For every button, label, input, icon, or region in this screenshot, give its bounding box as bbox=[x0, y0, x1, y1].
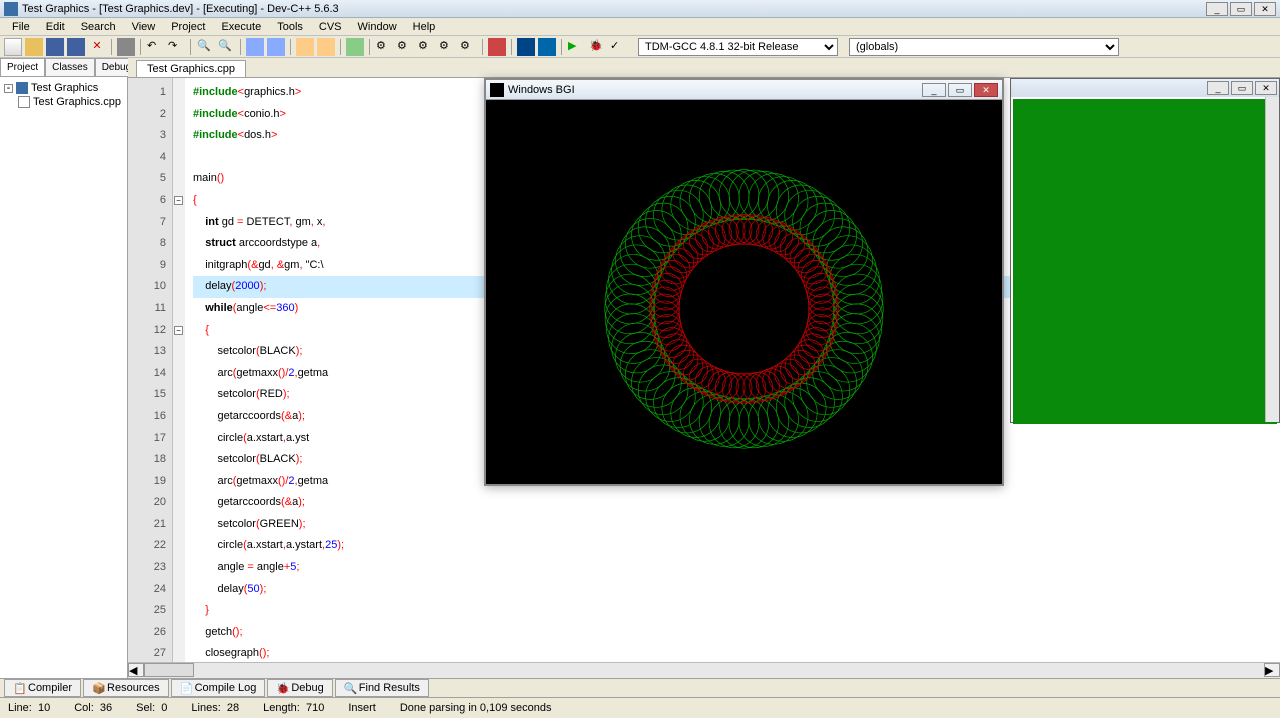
maximize-button[interactable]: ▭ bbox=[1230, 2, 1252, 16]
bgi-title-text: Windows BGI bbox=[508, 84, 920, 96]
menu-file[interactable]: File bbox=[4, 19, 38, 35]
bottom-tabs: 📋Compiler📦Resources📄Compile Log🐞Debug🔍Fi… bbox=[0, 678, 1280, 698]
secondary-vscroll[interactable] bbox=[1265, 97, 1279, 422]
scroll-right-icon[interactable]: ▶ bbox=[1264, 663, 1280, 677]
fold-icon[interactable]: − bbox=[174, 326, 183, 335]
project-icon bbox=[16, 82, 28, 94]
goto1-icon[interactable] bbox=[296, 38, 314, 56]
bgi-app-icon bbox=[490, 83, 504, 97]
bottom-tab-resources[interactable]: 📦Resources bbox=[83, 679, 169, 697]
bgi-canvas bbox=[486, 100, 1002, 484]
toolbar: ✕ ↶ ↷ 🔍 🔍 ⚙ ⚙ ⚙ ⚙ ⚙ ▶ 🐞 ✓ TDM-GCC 4.8.1 … bbox=[0, 36, 1280, 58]
tab-icon: 🔍 bbox=[344, 682, 356, 694]
sec-max-button[interactable]: ▭ bbox=[1231, 81, 1253, 95]
panel-tab-project[interactable]: Project bbox=[0, 58, 45, 76]
bottom-tab-debug[interactable]: 🐞Debug bbox=[267, 679, 332, 697]
tab-icon: 🐞 bbox=[276, 682, 288, 694]
menu-bar: FileEditSearchViewProjectExecuteToolsCVS… bbox=[0, 18, 1280, 36]
menu-help[interactable]: Help bbox=[405, 19, 444, 35]
replace-icon[interactable]: 🔍 bbox=[217, 38, 235, 56]
globals-select[interactable]: (globals) bbox=[849, 38, 1119, 56]
bottom-tab-compile-log[interactable]: 📄Compile Log bbox=[171, 679, 266, 697]
minimize-button[interactable]: _ bbox=[1206, 2, 1228, 16]
close-button[interactable]: ✕ bbox=[1254, 2, 1276, 16]
scroll-thumb[interactable] bbox=[144, 663, 194, 677]
close-file-icon[interactable]: ✕ bbox=[88, 38, 106, 56]
tree-root-label: Test Graphics bbox=[31, 82, 98, 94]
tab-icon: 📦 bbox=[92, 682, 104, 694]
menu-view[interactable]: View bbox=[124, 19, 164, 35]
panel-tab-classes[interactable]: Classes bbox=[45, 58, 95, 76]
secondary-window: _ ▭ ✕ bbox=[1010, 78, 1280, 423]
bgi-window: Windows BGI _ ▭ ✕ bbox=[484, 78, 1004, 486]
window-titlebar: Test Graphics - [Test Graphics.dev] - [E… bbox=[0, 0, 1280, 18]
bgi-max-button[interactable]: ▭ bbox=[948, 83, 972, 97]
sec-close-button[interactable]: ✕ bbox=[1255, 81, 1277, 95]
tab-icon: 📄 bbox=[180, 682, 192, 694]
bottom-tab-find-results[interactable]: 🔍Find Results bbox=[335, 679, 429, 697]
gear3-icon[interactable]: ⚙ bbox=[417, 38, 435, 56]
new-icon[interactable] bbox=[4, 38, 22, 56]
editor-tab[interactable]: Test Graphics.cpp bbox=[136, 60, 246, 77]
open-icon[interactable] bbox=[25, 38, 43, 56]
bookmark1-icon[interactable] bbox=[246, 38, 264, 56]
tree-root[interactable]: - Test Graphics bbox=[4, 81, 123, 95]
goto2-icon[interactable] bbox=[317, 38, 335, 56]
find-icon[interactable]: 🔍 bbox=[196, 38, 214, 56]
bookmark2-icon[interactable] bbox=[267, 38, 285, 56]
line-gutter: 1234567891011121314151617181920212223242… bbox=[128, 78, 173, 662]
status-bar: Line: 10 Col: 36 Sel: 0 Lines: 28 Length… bbox=[0, 698, 1280, 718]
menu-cvs[interactable]: CVS bbox=[311, 19, 350, 35]
gear1-icon[interactable]: ⚙ bbox=[375, 38, 393, 56]
menu-window[interactable]: Window bbox=[350, 19, 405, 35]
menu-tools[interactable]: Tools bbox=[269, 19, 311, 35]
menu-execute[interactable]: Execute bbox=[213, 19, 269, 35]
save-icon[interactable] bbox=[46, 38, 64, 56]
secondary-canvas bbox=[1013, 99, 1277, 424]
menu-search[interactable]: Search bbox=[73, 19, 124, 35]
sec-min-button[interactable]: _ bbox=[1207, 81, 1229, 95]
scroll-left-icon[interactable]: ◀ bbox=[128, 663, 144, 677]
project-panel: ProjectClassesDebug - Test Graphics Test… bbox=[0, 58, 128, 678]
profile-icon[interactable]: ✓ bbox=[609, 38, 627, 56]
tab-icon: 📋 bbox=[13, 682, 25, 694]
fold-column: −− bbox=[173, 78, 185, 662]
tree-file-label: Test Graphics.cpp bbox=[33, 96, 121, 108]
cpp-file-icon bbox=[18, 96, 30, 108]
editor-hscroll[interactable]: ◀ ▶ bbox=[128, 662, 1280, 678]
fold-icon[interactable]: − bbox=[174, 196, 183, 205]
window1-icon[interactable] bbox=[517, 38, 535, 56]
undo-icon[interactable]: ↶ bbox=[146, 38, 164, 56]
stop-icon[interactable] bbox=[488, 38, 506, 56]
gear5-icon[interactable]: ⚙ bbox=[459, 38, 477, 56]
print-icon[interactable] bbox=[117, 38, 135, 56]
debug-icon[interactable]: 🐞 bbox=[588, 38, 606, 56]
gear4-icon[interactable]: ⚙ bbox=[438, 38, 456, 56]
bottom-tab-compiler[interactable]: 📋Compiler bbox=[4, 679, 81, 697]
window2-icon[interactable] bbox=[538, 38, 556, 56]
compiler-select[interactable]: TDM-GCC 4.8.1 32-bit Release bbox=[638, 38, 838, 56]
project-tree: - Test Graphics Test Graphics.cpp bbox=[0, 77, 127, 678]
window-title: Test Graphics - [Test Graphics.dev] - [E… bbox=[22, 3, 1206, 15]
bgi-min-button[interactable]: _ bbox=[922, 83, 946, 97]
bgi-titlebar[interactable]: Windows BGI _ ▭ ✕ bbox=[486, 80, 1002, 100]
bgi-close-button[interactable]: ✕ bbox=[974, 83, 998, 97]
redo-icon[interactable]: ↷ bbox=[167, 38, 185, 56]
app-icon bbox=[4, 2, 18, 16]
run-icon[interactable]: ▶ bbox=[567, 38, 585, 56]
menu-edit[interactable]: Edit bbox=[38, 19, 73, 35]
minus-icon: - bbox=[4, 84, 13, 93]
tree-file[interactable]: Test Graphics.cpp bbox=[18, 95, 123, 109]
save-all-icon[interactable] bbox=[67, 38, 85, 56]
menu-project[interactable]: Project bbox=[163, 19, 213, 35]
gear2-icon[interactable]: ⚙ bbox=[396, 38, 414, 56]
compile-icon[interactable] bbox=[346, 38, 364, 56]
